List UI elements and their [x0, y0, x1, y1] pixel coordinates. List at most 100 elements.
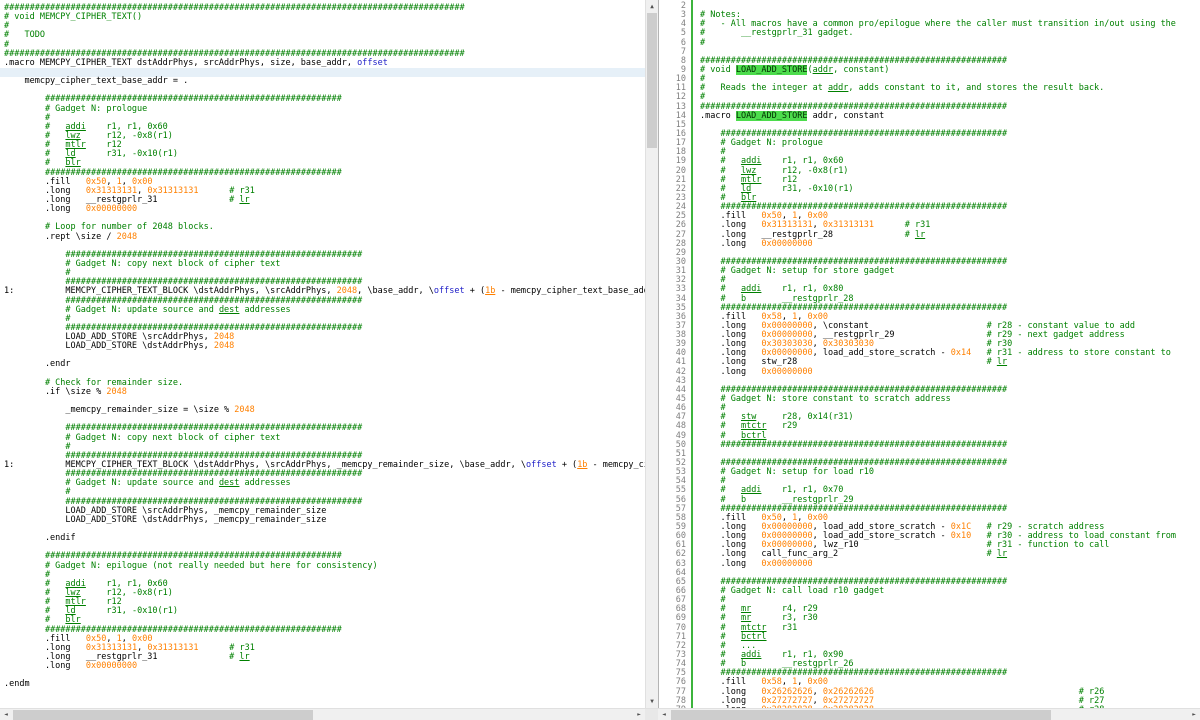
line-number: 27: [675, 229, 686, 240]
syntax-segment: #: [904, 229, 915, 240]
line-number: 6: [680, 37, 686, 48]
line-number: 60: [675, 531, 686, 542]
syntax-segment: # Gadget N: epilogue (not really needed …: [4, 560, 378, 571]
line-number: 72: [675, 640, 686, 651]
syntax-segment: LOAD_ADD_STORE \dstAddrPhys,: [4, 341, 214, 352]
code-line: memcpy_cipher_text_base_addr = .: [0, 77, 645, 86]
left-vertical-scrollbar-thumb[interactable]: [647, 13, 657, 148]
right-horizontal-scrollbar-thumb[interactable]: [671, 710, 1051, 720]
editor-window: ########################################…: [0, 0, 1200, 720]
line-number: 2: [680, 1, 686, 11]
code-line: # Gadget N: store constant to scratch ad…: [693, 394, 1200, 405]
code-line: # mtctr r31: [693, 623, 1200, 633]
line-number-gutter[interactable]: 2 3 4 5 6 7 8 9 10 11 12 13 14 15 16 17 18 19 20 21 22 23 24 25…: [659, 0, 691, 708]
line-number: 29: [675, 247, 686, 258]
syntax-segment: .macro: [700, 110, 736, 121]
syntax-segment: + (: [556, 460, 578, 471]
syntax-segment: r31, -0x10(r1): [75, 149, 179, 160]
scroll-right-arrow-icon[interactable]: ►: [1188, 709, 1200, 720]
syntax-segment: r31, -0x10(r1): [751, 183, 854, 194]
syntax-segment: .if \size %: [4, 386, 107, 397]
line-number: 30: [675, 256, 686, 267]
syntax-segment: - memcpy_cipher_text_base_addr): [495, 286, 645, 297]
syntax-segment: addr, constant: [807, 110, 885, 121]
code-line: #: [0, 22, 645, 31]
line-number: 8: [680, 55, 686, 66]
syntax-segment: offset: [433, 286, 465, 297]
line-number: 59: [675, 522, 686, 533]
syntax-segment: # r31 - address to store constant to: [986, 348, 1171, 359]
left-editor-pane[interactable]: ########################################…: [0, 0, 645, 708]
line-number: 38: [675, 330, 686, 341]
code-line: .endr: [0, 360, 645, 369]
syntax-segment: #: [986, 357, 997, 368]
line-number: 33: [675, 284, 686, 295]
line-number: 57: [675, 503, 686, 514]
code-line: # __restgprlr_31 gadget.: [693, 29, 1200, 38]
code-line: # Reads the integer at addr, adds consta…: [693, 84, 1200, 93]
left-horizontal-scrollbar[interactable]: ◄ ►: [0, 709, 645, 720]
syntax-segment: # Gadget N: store constant to scratch ad…: [700, 394, 951, 405]
code-line: # void LOAD_ADD_STORE(addr, constant): [693, 64, 1200, 75]
code-line: # Gadget N: update source and dest addre…: [0, 305, 645, 315]
syntax-segment: #: [229, 194, 240, 205]
line-number: 37: [675, 320, 686, 331]
code-line: # mtctr r29: [693, 422, 1200, 431]
code-line: LOAD_ADD_STORE \dstAddrPhys, _memcpy_rem…: [0, 515, 645, 525]
syntax-segment: addr: [812, 64, 834, 75]
syntax-segment: + (: [464, 286, 486, 297]
line-number: 36: [675, 311, 686, 322]
syntax-segment: , constant): [833, 64, 890, 75]
line-number: 63: [675, 558, 686, 569]
syntax-segment: LOAD_ADD_STORE: [735, 110, 808, 121]
line-number: 13: [675, 101, 686, 112]
syntax-segment: 2048: [213, 341, 235, 352]
scroll-down-arrow-icon[interactable]: ▼: [646, 695, 658, 708]
syntax-segment: , adds constant to it, and stores the re…: [848, 83, 1105, 94]
line-number: 15: [675, 119, 686, 130]
scroll-left-arrow-icon[interactable]: ◄: [658, 709, 670, 720]
code-line: # Gadget N: prologue: [693, 139, 1200, 148]
left-vertical-scrollbar[interactable]: ▲ ▼: [645, 0, 658, 708]
line-number: 46: [675, 403, 686, 414]
line-number: 7: [680, 46, 686, 57]
line-number: 39: [675, 339, 686, 350]
line-number: 56: [675, 494, 686, 505]
line-number: 17: [675, 138, 686, 149]
right-editor-pane[interactable]: # Notes: # - All macros have a common pro…: [693, 0, 1200, 708]
line-number: 10: [675, 74, 686, 85]
line-number: 16: [675, 128, 686, 139]
syntax-segment: # Reads the integer at: [700, 83, 828, 94]
line-number: 64: [675, 567, 686, 578]
syntax-segment: , \base_addr, \: [357, 286, 434, 297]
line-number: 71: [675, 631, 686, 642]
line-number: 31: [675, 266, 686, 277]
line-number: 52: [675, 458, 686, 469]
syntax-segment: 0x00000000: [85, 204, 138, 215]
scroll-right-arrow-icon[interactable]: ►: [633, 709, 645, 720]
syntax-segment: [700, 440, 720, 450]
line-number: 9: [680, 64, 686, 75]
scroll-up-arrow-icon[interactable]: ▲: [646, 0, 658, 13]
code-line: # ld r31, -0x10(r1): [0, 150, 645, 159]
code-line: # ld r31, -0x10(r1): [693, 183, 1200, 194]
line-number: 45: [675, 394, 686, 405]
right-horizontal-scrollbar[interactable]: ◄ ►: [658, 709, 1200, 720]
line-number: 62: [675, 549, 686, 560]
syntax-segment: # Gadget N: setup for store gadget: [700, 266, 895, 277]
line-number: 42: [675, 366, 686, 377]
code-line: ########################################…: [693, 440, 1200, 450]
line-number: 55: [675, 485, 686, 496]
line-number: 47: [675, 412, 686, 423]
syntax-segment: #: [229, 651, 240, 662]
line-number: 68: [675, 604, 686, 615]
line-number: 32: [675, 275, 686, 286]
syntax-segment: .long: [4, 661, 86, 672]
line-number: 14: [675, 110, 686, 121]
left-horizontal-scrollbar-thumb[interactable]: [13, 710, 313, 720]
line-number: 34: [675, 293, 686, 304]
line-number: 50: [675, 439, 686, 450]
syntax-segment: 0x00000000: [761, 366, 813, 377]
scroll-left-arrow-icon[interactable]: ◄: [0, 709, 12, 720]
